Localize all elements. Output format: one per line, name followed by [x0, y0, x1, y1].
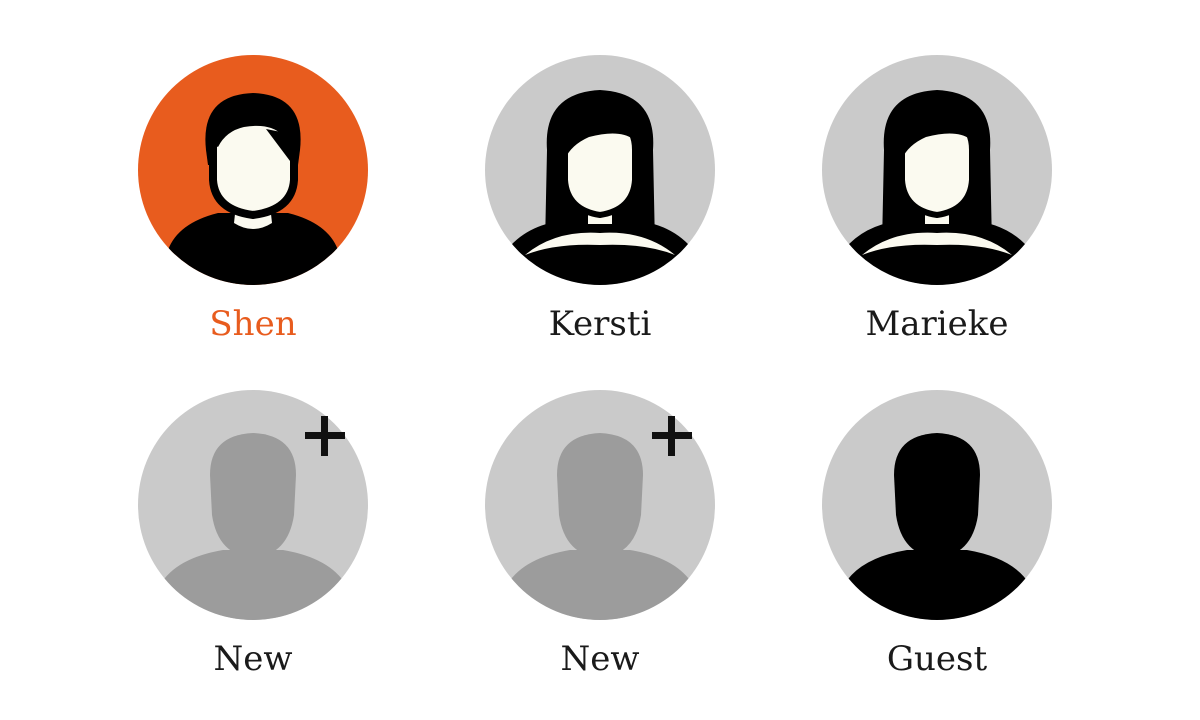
profile-name: Kersti — [548, 304, 652, 344]
plus-icon — [650, 414, 694, 458]
profile-picker: Shen Kersti Marieke New New Guest — [0, 0, 1200, 720]
profile-name: New — [213, 639, 293, 679]
profile-guest[interactable]: Guest — [817, 390, 1057, 690]
profile-new-1[interactable]: New — [133, 390, 373, 690]
profile-new-2[interactable]: New — [480, 390, 720, 690]
user-avatar-icon — [138, 55, 368, 285]
profile-name: Marieke — [865, 304, 1009, 344]
guest-avatar-icon — [822, 390, 1052, 620]
profile-name: Shen — [209, 304, 297, 344]
profile-marieke[interactable]: Marieke — [817, 55, 1057, 355]
profile-name: New — [560, 639, 640, 679]
profile-kersti[interactable]: Kersti — [480, 55, 720, 355]
profile-name: Guest — [886, 639, 988, 679]
user-avatar-icon — [822, 55, 1052, 285]
profile-shen[interactable]: Shen — [133, 55, 373, 355]
plus-icon — [303, 414, 347, 458]
user-avatar-icon — [485, 55, 715, 285]
